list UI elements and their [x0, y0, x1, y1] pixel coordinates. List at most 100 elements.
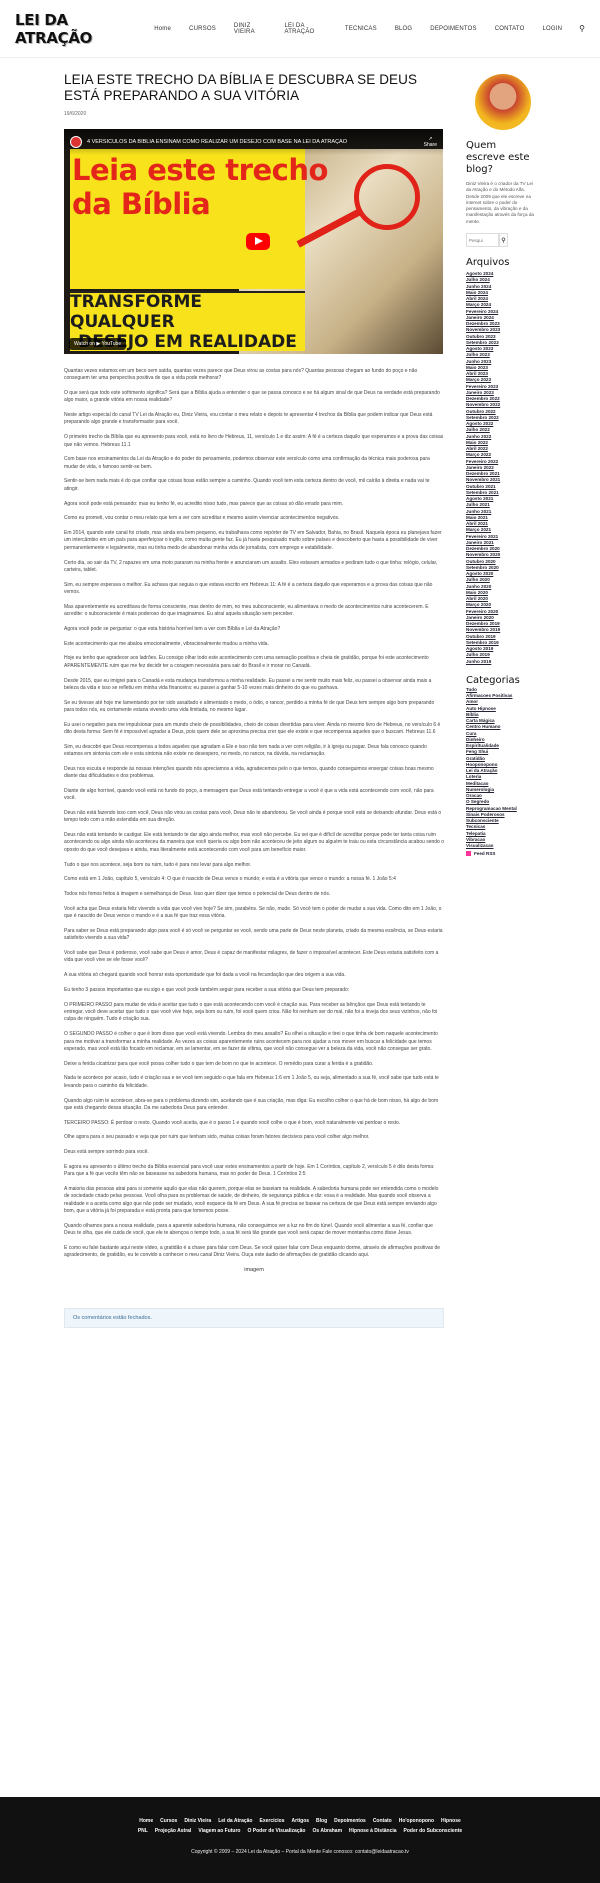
post-paragraph: Deixe a ferida cicatrizar para que você … — [64, 1060, 374, 1067]
footer-link[interactable]: Hipnose — [441, 1818, 461, 1824]
post-paragraph: Diante de algo horrível, quando você est… — [64, 787, 434, 802]
post-paragraph: Você sabe que Deus é poderoso, você sabe… — [64, 950, 439, 964]
post-paragraph: Eu usei o negativo para me impulsionar p… — [64, 721, 441, 735]
post-paragraph: Para saber se Deus está preparando algo … — [64, 928, 443, 942]
search-submit-icon[interactable]: ⚲ — [499, 233, 508, 248]
article: LEIA ESTE TRECHO DA BÍBLIA E DESCUBRA SE… — [64, 72, 444, 1328]
footer-link[interactable]: Depoimentos — [334, 1818, 366, 1824]
post-paragraph: E agora eu apresento o último trecho da … — [64, 1163, 435, 1178]
post-paragraph: Olhe agora para o seu passado e veja que… — [64, 1134, 370, 1141]
post-paragraph: Este acontecimento que me abalou emocion… — [64, 640, 269, 647]
post-paragraph: O PRIMEIRO PASSO para mudar de vida é ac… — [64, 1001, 438, 1023]
nav-home[interactable]: Home — [145, 26, 180, 32]
nav-blog[interactable]: BLOG — [386, 26, 421, 32]
youtube-video[interactable]: Leia este trecho da Bíblia TRANSFORME QUA… — [64, 129, 443, 354]
post-paragraph: Quando algo ruim te acontecer, abra-se p… — [64, 1097, 439, 1111]
about-title: Quem escreve este blog? — [466, 140, 530, 175]
footer-link[interactable]: PNL — [138, 1828, 148, 1834]
watch-on-youtube[interactable]: Watch on ▶ YouTube — [69, 338, 127, 350]
categories-title: Categorias — [466, 674, 520, 686]
footer-link[interactable]: Cursos — [160, 1818, 177, 1824]
archives-title: Arquivos — [466, 257, 510, 269]
post-paragraph: Desde 2015, que eu imigrei para o Canadá… — [64, 677, 432, 691]
footer-link[interactable]: Blog — [316, 1818, 327, 1824]
post-paragraph: Sentir-se bem nada mais é do que confiar… — [64, 478, 430, 492]
footer-link[interactable]: Hipnose à Distância — [349, 1828, 397, 1834]
post-paragraph: O primeiro trecho da Bíblia que eu apres… — [64, 434, 444, 448]
sidebar-search: ⚲ — [466, 233, 536, 248]
footer-link[interactable]: Exercícios — [260, 1818, 285, 1824]
about-text: Diniz Vieira é o criador da TV Lei da At… — [466, 181, 534, 224]
footer-link[interactable]: Projeção Astral — [155, 1828, 192, 1834]
nav-cursos[interactable]: CURSOS — [180, 26, 225, 32]
nav-depoimentos[interactable]: DEPOIMENTOS — [421, 26, 485, 32]
search-input[interactable] — [466, 233, 499, 248]
search-icon[interactable]: ⚲ — [571, 24, 585, 33]
video-headline: Leia este trecho da Bíblia — [72, 153, 328, 221]
post-paragraph: Deus não está tentando te castigar. Ele … — [64, 832, 444, 853]
categories-list: Tudo Afirmacoes Positivas Amor Auto Hipnose… — [466, 687, 536, 850]
sidebar: Quem escreve este blog? Diniz Vieira é o… — [466, 74, 536, 857]
nav-login[interactable]: LOGIN — [533, 26, 571, 32]
post-paragraph: O que será que todo este sofrimento sign… — [64, 390, 440, 404]
post-paragraph: Em 2014, quando este canal foi criado, m… — [64, 530, 442, 551]
nav-tecnicas[interactable]: TECNICAS — [336, 26, 386, 32]
footer-links-1: Home Cursos Diniz Vieira Lei da Atração Exer… — [0, 1818, 600, 1824]
footer-link[interactable]: Lei da Atração — [218, 1818, 252, 1824]
post-paragraph: Todos nós fomos feitos à imagem e semelh… — [64, 891, 331, 898]
post-content: Quantas vezes estamos em um beco sem saí… — [64, 368, 444, 1259]
post-paragraph: Sim, eu sempre esperava o melhor. Eu ach… — [64, 581, 433, 595]
category-link[interactable]: Visualizacao — [466, 843, 536, 849]
author-avatar — [475, 74, 531, 130]
channel-avatar[interactable] — [70, 136, 82, 148]
feed-rss-link[interactable]: Feed RSS — [466, 851, 536, 857]
post-paragraph: Quando olhamos para a nossa realidade, p… — [64, 1222, 433, 1237]
post-paragraph: Sim, eu descobri que Deus recompensa a t… — [64, 743, 427, 758]
footer-link[interactable]: Poder do Subconsciente — [404, 1828, 463, 1834]
post-paragraph: Com base nos ensinamentos da Lei da Atra… — [64, 456, 430, 470]
post-paragraph: Quantas vezes estamos em um beco sem saí… — [64, 368, 418, 382]
post-paragraph: Agora você pode se perguntar: o que esta… — [64, 625, 281, 632]
post-title: LEIA ESTE TRECHO DA BÍBLIA E DESCUBRA SE… — [64, 72, 418, 103]
play-button[interactable] — [246, 233, 270, 250]
site-logo[interactable]: LEI DA ATRAÇÃO — [15, 11, 145, 47]
nav-lei-da-atracao[interactable]: LEI DA ATRAÇÃO — [275, 23, 335, 35]
nav-contato[interactable]: CONTATO — [486, 26, 534, 32]
footer-link[interactable]: Home — [139, 1818, 153, 1824]
post-paragraph: Certo dia, ao sair da TV, 2 rapazes em u… — [64, 559, 438, 573]
post-paragraph: O SEGUNDO PASSO é colher o que é bom dis… — [64, 1031, 438, 1052]
red-circle — [354, 164, 420, 230]
video-title[interactable]: 4 VERSÍCULOS DA BÍBLIA ENSINAM COMO REAL… — [87, 139, 347, 145]
post-paragraph: Neste artigo especial do canal TV Lei da… — [64, 412, 433, 426]
top-header: LEI DA ATRAÇÃO Home CURSOS DINIZ VIEIRA … — [0, 0, 600, 58]
main-nav: Home CURSOS DINIZ VIEIRA LEI DA ATRAÇÃO … — [145, 23, 585, 35]
footer-link[interactable]: Viagem ao Futuro — [198, 1828, 240, 1834]
nav-diniz-vieira[interactable]: DINIZ VIEIRA — [225, 23, 276, 35]
footer: Home Cursos Diniz Vieira Lei da Atração Exer… — [0, 1797, 600, 1883]
post-paragraph: Como eu prometi, vou contar o meu relato… — [64, 515, 340, 522]
footer-link[interactable]: Ho'oponopono — [399, 1818, 434, 1824]
archive-link[interactable]: Junho 2019 — [466, 659, 536, 665]
post-paragraph: Mas aparentemente eu acreditava de forma… — [64, 603, 429, 618]
archives-list: Agosto 2024 Julho 2024 Junho 2024 Maio 2024… — [466, 271, 536, 665]
footer-link[interactable]: Contato — [373, 1818, 392, 1824]
post-paragraph: Nada te acontece por acaso, tudo é criaç… — [64, 1075, 439, 1089]
footer-links-2: PNL Projeção Astral Viagem ao Futuro O Pode… — [0, 1828, 600, 1834]
rss-icon — [466, 851, 471, 857]
footer-link[interactable]: O Poder de Visualização — [247, 1828, 305, 1834]
post-paragraph: Agora você pode está pensando: mas eu te… — [64, 500, 344, 507]
post-paragraph: E como eu falei bastante aqui neste víde… — [64, 1244, 441, 1259]
post-paragraph: Deus nos escuta e responde às nossas int… — [64, 765, 434, 780]
post-paragraph: Você acha que Deus estaria feliz vivendo… — [64, 905, 442, 920]
post-paragraph: A sua vitória só chegará quando você hon… — [64, 972, 346, 979]
footer-link[interactable]: Artigos — [292, 1818, 310, 1824]
post-paragraph: Eu tenho 3 passos importantes que eu sig… — [64, 987, 350, 994]
share-button[interactable]: ↗ Share — [424, 136, 437, 148]
video-topbar: 4 VERSÍCULOS DA BÍBLIA ENSINAM COMO REAL… — [64, 129, 443, 155]
post-paragraph: Como está em 1 João, capítulo 5, versícu… — [64, 876, 396, 883]
copyright: Copyright © 2009 – 2024 Lei da Atração –… — [191, 1849, 409, 1855]
footer-link[interactable]: Os Abraham — [312, 1828, 342, 1834]
post-paragraph: Deus está sempre sorrindo para você. — [64, 1149, 149, 1156]
post-paragraph: A maioria das pessoas atrai para si some… — [64, 1186, 439, 1214]
footer-link[interactable]: Diniz Vieira — [184, 1818, 211, 1824]
